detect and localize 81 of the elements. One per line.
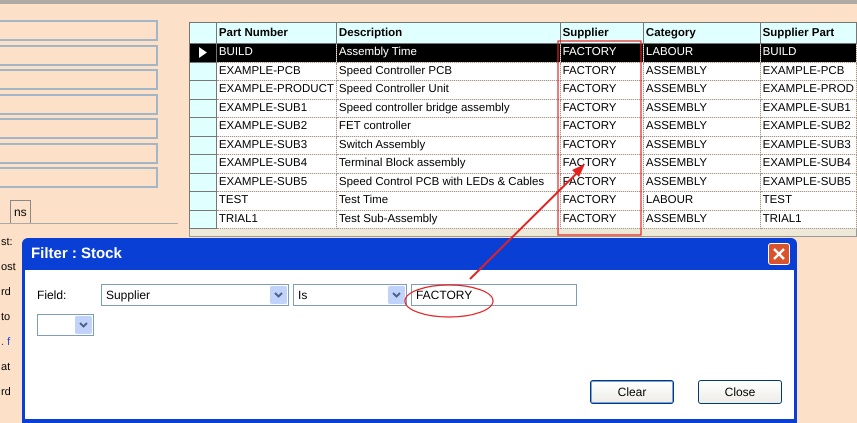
table-cell: ASSEMBLY: [643, 118, 760, 136]
row-pointer-icon: [199, 47, 208, 58]
table-cell: Terminal Block assembly: [336, 154, 560, 173]
table-cell: ASSEMBLY: [643, 173, 760, 192]
table-cell: TRIAL1: [760, 210, 856, 228]
column-header[interactable]: Description: [336, 22, 560, 44]
clear-button[interactable]: Clear: [590, 380, 674, 404]
table-cell: EXAMPLE-SUB3: [216, 136, 336, 154]
table-cell: Test Time: [336, 192, 560, 210]
table-cell: EXAMPLE-PCB: [760, 62, 856, 80]
table-cell: FACTORY: [560, 62, 644, 80]
table-cell: FET controller: [336, 118, 560, 136]
column-header[interactable]: Part Number: [216, 22, 336, 44]
field-label: st:: [0, 234, 14, 250]
dialog-title: Filter : Stock: [31, 244, 122, 264]
column-header[interactable]: Category: [643, 22, 760, 44]
table-cell: ASSEMBLY: [643, 99, 760, 118]
table-cell: EXAMPLE-SUB4: [216, 154, 336, 173]
field-dropdown[interactable]: Supplier: [101, 284, 289, 306]
table-cell: EXAMPLE-PROD: [760, 80, 856, 99]
text-field[interactable]: [0, 94, 158, 114]
close-button[interactable]: [768, 243, 790, 265]
table-cell: EXAMPLE-SUB2: [760, 118, 856, 136]
field-label: at: [0, 360, 12, 374]
dropdown[interactable]: [37, 314, 94, 336]
row-selector[interactable]: [190, 44, 216, 62]
table-cell: ASSEMBLY: [643, 136, 760, 154]
table-cell: FACTORY: [560, 136, 644, 154]
table-cell: FACTORY: [560, 210, 644, 228]
table-cell: FACTORY: [560, 118, 644, 136]
link-text[interactable]: . f: [0, 330, 21, 354]
table-cell: EXAMPLE-SUB5: [760, 173, 856, 192]
operator-dropdown[interactable]: Is: [293, 284, 407, 306]
table-cell: EXAMPLE-PCB: [216, 62, 336, 80]
table-cell: ASSEMBLY: [643, 80, 760, 99]
table-cell: LABOUR: [643, 192, 760, 210]
table-cell: Speed Control PCB with LEDs & Cables: [336, 173, 560, 192]
field-label: to: [0, 310, 12, 324]
table-cell: EXAMPLE-SUB3: [760, 136, 856, 154]
table-cell: EXAMPLE-SUB1: [216, 99, 336, 118]
value-field[interactable]: FACTORY: [411, 284, 577, 306]
table-cell: Speed Controller PCB: [336, 62, 560, 80]
table-cell: EXAMPLE-SUB2: [216, 118, 336, 136]
table-cell: FACTORY: [560, 44, 644, 62]
field-label: Field:: [37, 287, 68, 304]
table-cell: FACTORY: [560, 192, 644, 210]
close-button[interactable]: Close: [698, 380, 782, 404]
text-field[interactable]: [0, 20, 158, 41]
table-cell: EXAMPLE-PRODUCT: [216, 80, 336, 99]
table-cell: Assembly Time: [336, 44, 560, 62]
text-field[interactable]: [0, 142, 158, 164]
table-cell: TEST: [760, 192, 856, 210]
table-cell: EXAMPLE-SUB1: [760, 99, 856, 118]
table-cell: FACTORY: [560, 154, 644, 173]
field-label: ost: [0, 260, 17, 274]
table-cell: FACTORY: [560, 80, 644, 99]
table-cell: Speed controller bridge assembly: [336, 99, 560, 118]
table-cell: ASSEMBLY: [643, 154, 760, 173]
text-field[interactable]: [0, 44, 158, 66]
text-field[interactable]: [0, 167, 158, 188]
field-label: rd: [0, 384, 12, 400]
table-cell: LABOUR: [643, 44, 760, 62]
table-cell: ASSEMBLY: [643, 210, 760, 228]
table-cell: Test Sub-Assembly: [336, 210, 560, 228]
column-header[interactable]: Supplier Part: [760, 22, 856, 44]
tab[interactable]: ns: [10, 200, 31, 222]
table-cell: BUILD: [216, 44, 336, 62]
table-cell: Speed Controller Unit: [336, 80, 560, 99]
field-label: rd: [0, 284, 12, 300]
text-field[interactable]: [0, 118, 158, 139]
table-cell: EXAMPLE-SUB4: [760, 154, 856, 173]
table-cell: Switch Assembly: [336, 136, 560, 154]
table-cell: EXAMPLE-SUB5: [216, 173, 336, 192]
column-header[interactable]: Supplier: [560, 22, 644, 44]
table-cell: TRIAL1: [216, 210, 336, 228]
table-cell: ASSEMBLY: [643, 62, 760, 80]
table-cell: BUILD: [760, 44, 856, 62]
close-icon: [773, 248, 785, 260]
table-cell: TEST: [216, 192, 336, 210]
text-field[interactable]: [0, 69, 158, 90]
table-cell: FACTORY: [560, 99, 644, 118]
